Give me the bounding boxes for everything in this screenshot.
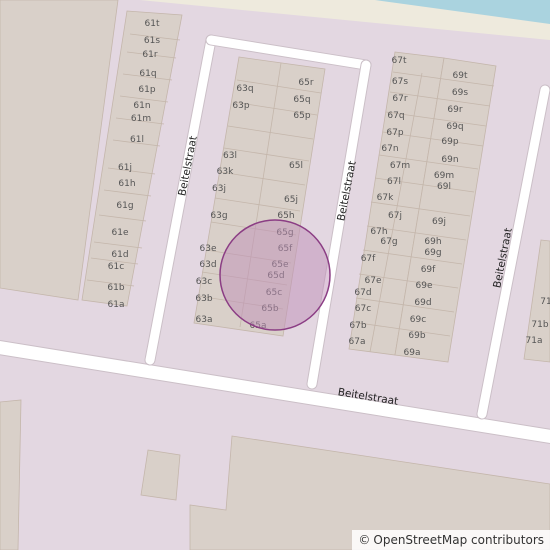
house-number-label: 61t	[145, 19, 160, 29]
house-number-label: 63c	[196, 277, 212, 287]
house-number-label: 69n	[441, 155, 458, 165]
house-number-label: 67l	[387, 177, 401, 187]
house-number-label: 69m	[434, 171, 454, 181]
house-number-label: 61a	[108, 300, 125, 310]
house-number-label: 61d	[111, 250, 128, 260]
house-number-label: 61l	[130, 135, 144, 145]
house-number-label: 61q	[139, 69, 156, 79]
house-number-label: 69d	[414, 298, 431, 308]
map-view[interactable]: 61t 61s 61r 61q 61p 61n 61m 61l 61j 61h 61g 61e 61d 6…	[0, 0, 550, 550]
house-number-label: 65j	[284, 195, 298, 205]
house-number-label: 61b	[107, 283, 124, 293]
house-number-label: 67s	[392, 77, 408, 87]
house-number-label: 63k	[217, 167, 234, 177]
road-beitelstraat-east[interactable]	[477, 85, 550, 419]
house-number-label: 67q	[387, 111, 404, 121]
house-number-label: 67c	[355, 304, 371, 314]
house-number-label: 67h	[370, 227, 387, 237]
house-number-label: 65r	[298, 78, 313, 88]
road-beitelstraat-north[interactable]	[206, 35, 371, 70]
house-number-label: 69b	[408, 331, 425, 341]
house-number-label: 67e	[365, 276, 382, 286]
house-number-label: 69g	[424, 248, 441, 258]
house-number-label: 67k	[377, 193, 394, 203]
map-canvas[interactable]: 61t 61s 61r 61q 61p 61n 61m 61l 61j 61h 61g 61e 61d 6…	[0, 0, 550, 550]
house-number-label: 65l	[289, 161, 303, 171]
house-number-label: 61c	[108, 262, 124, 272]
attribution-link[interactable]: OpenStreetMap contributors	[373, 533, 544, 547]
house-number-label: 67b	[349, 321, 366, 331]
house-number-label: 67t	[392, 56, 407, 66]
house-number-label: 61j	[118, 163, 132, 173]
house-number-label: 69j	[432, 217, 446, 227]
house-number-label: 69p	[441, 137, 458, 147]
house-number-label: 63l	[223, 151, 237, 161]
house-number-label: 67n	[381, 144, 398, 154]
house-number-label: 61h	[118, 179, 135, 189]
house-number-label: 61s	[144, 36, 160, 46]
house-number-label: 71	[540, 297, 550, 307]
house-number-label: 67a	[349, 337, 366, 347]
house-number-label: 67m	[390, 161, 410, 171]
house-number-label: 69l	[437, 182, 451, 192]
building-south-left	[0, 399, 22, 550]
house-number-label: 69e	[416, 281, 433, 291]
house-number-label: 61e	[112, 228, 129, 238]
house-number-label: 69h	[424, 237, 441, 247]
house-number-label: 71a	[526, 336, 543, 346]
house-number-label: 63d	[199, 260, 216, 270]
house-number-label: 69a	[404, 348, 421, 358]
house-number-label: 61p	[138, 85, 155, 95]
house-number-label: 67p	[386, 128, 403, 138]
street-beitelstraat-west: Beitelstraat	[176, 135, 199, 197]
house-number-label: 61g	[116, 201, 133, 211]
house-number-label: 63p	[232, 101, 249, 111]
location-marker[interactable]	[219, 219, 331, 331]
house-number-label: 63g	[210, 211, 227, 221]
house-number-label: 61n	[133, 101, 150, 111]
house-number-label: 63j	[212, 184, 226, 194]
house-number-label: 69r	[447, 105, 462, 115]
house-number-label: 65p	[293, 111, 310, 121]
map-attribution: © OpenStreetMap contributors	[352, 530, 550, 550]
copyright-icon: ©	[358, 533, 371, 547]
house-number-label: 67r	[392, 94, 407, 104]
house-number-label: 65q	[293, 95, 310, 105]
building-south-small	[140, 449, 181, 501]
house-number-label: 63e	[200, 244, 217, 254]
house-number-label: 67g	[380, 237, 397, 247]
house-number-label: 63b	[195, 294, 212, 304]
house-number-label: 63a	[196, 315, 213, 325]
house-number-label: 63q	[236, 84, 253, 94]
house-number-label: 67j	[388, 211, 402, 221]
house-number-label: 69t	[453, 71, 468, 81]
house-number-label: 67f	[361, 254, 376, 264]
house-number-label: 69s	[452, 88, 468, 98]
house-number-label: 67d	[354, 288, 371, 298]
house-number-label: 69q	[446, 122, 463, 132]
house-number-label: 71b	[531, 320, 548, 330]
street-beitelstraat-middle: Beitelstraat	[335, 160, 358, 222]
house-number-label: 69c	[410, 315, 426, 325]
house-number-label: 61r	[142, 50, 157, 60]
road-beitelstraat-south[interactable]	[0, 341, 550, 443]
house-number-label: 69f	[421, 265, 436, 275]
house-number-label: 61m	[131, 114, 151, 124]
